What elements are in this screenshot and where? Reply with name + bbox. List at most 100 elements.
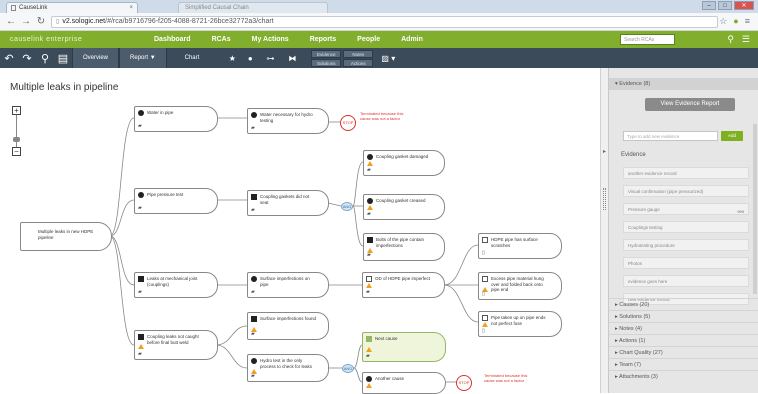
section-label: Team (7) [619,362,641,368]
cause-node[interactable]: Water in pipe ▰ [134,106,218,132]
terminate-note: Terminated because this cause was not a … [360,111,404,121]
link [353,344,363,369]
node-text: Bolts of the pipe contain imperfections [376,237,425,248]
view-evidence-report-button[interactable]: View Evidence Report [645,98,735,111]
node-text: Surface imperfections found [260,316,317,321]
root-problem-node[interactable]: Multiple leaks in new HDPE pipeline [20,222,112,251]
cause-node[interactable]: Bolts of the pipe contain imperfections … [363,233,445,261]
section-notes[interactable]: ▸ Notes (4) [609,322,758,334]
section-label: Chart Quality (27) [619,350,663,356]
cause-node[interactable]: Surface imperfections on pipe ▰ [247,272,329,298]
cause-type-icon [482,237,488,243]
terminate-note: Terminated because this cause was not a … [484,373,528,383]
terminate-icon[interactable]: STOP [340,115,356,131]
link [109,235,135,286]
minimize-icon[interactable]: – [702,1,716,10]
drag-handle[interactable] [603,188,606,210]
node-text: Coupling gasket creased [376,198,426,203]
section-label: Solutions (5) [619,314,651,320]
cause-type-icon [366,376,372,382]
user-icon[interactable]: ⚲ [727,34,734,45]
cause-node[interactable]: HDPE pipe has surface scratches ▯ [478,233,562,259]
cause-node[interactable]: Water necessary for hydro testing ▰ [247,108,329,134]
cause-node[interactable]: Surface imperfections found ▰ [247,312,329,340]
cause-node[interactable]: OD of HDPE pipe imperfect ▰ [362,272,445,298]
cause-node[interactable]: Coupling leaks not caught before final b… [134,330,218,360]
section-label: Actions (1) [619,338,646,344]
add-evidence-input[interactable]: Type to add new evidence [623,131,718,141]
warning-icon [367,205,373,210]
warning-icon [366,347,372,352]
cause-type-icon [367,198,373,204]
node-text: Coupling leaks not caught before final b… [147,334,199,345]
cause-node-selected[interactable]: Next cause ▰ [362,332,446,362]
cause-type-icon [367,154,373,160]
cause-type-icon [138,334,144,340]
node-text: Water in pipe [147,110,174,115]
section-attachments[interactable]: ▸ Attachments (3) [609,370,758,382]
cause-node[interactable]: Coupling gaskets did not seat ▰ [247,190,329,216]
link [109,235,135,346]
evidence-item[interactable]: another evidence record [623,167,749,179]
cause-node[interactable]: Coupling gasket creased ▰ [363,194,445,220]
cause-node[interactable]: Pipe taken up on pipe ends not perfect f… [478,311,562,337]
evidence-icon: ▯ [482,250,485,256]
cause-node[interactable]: Hydro test in the only process to check … [247,354,329,382]
cause-type-icon [138,276,144,282]
link [352,161,364,207]
side-panel: ▾ Evidence (8) View Evidence Report Type… [608,68,758,393]
section-solutions[interactable]: ▸ Solutions (5) [609,310,758,322]
node-text: Pipe taken up on pipe ends not perfect f… [491,315,546,326]
cause-node[interactable]: Another cause [362,372,446,394]
node-text: Hydro test in the only process to check … [260,358,313,369]
evidence-item[interactable]: Couplings testing [623,221,749,233]
evidence-item[interactable]: Hydrotesting procedure [623,239,749,251]
node-text: Excess pipe material hung over and folde… [491,276,544,292]
menu-icon[interactable]: ≡ [745,16,750,27]
warning-icon [366,283,372,288]
cause-type-icon [251,194,257,200]
link [215,344,248,369]
evidence-item[interactable]: Visual confirmation (pipe pressurized) [623,185,749,197]
close-window-icon[interactable]: ✕ [734,1,754,10]
evidence-icon: ▯ [482,328,485,334]
cause-type-icon [366,276,372,282]
panel-splitter[interactable]: ▸ [600,68,608,393]
section-label: Notes (4) [619,326,642,332]
evidence-item[interactable]: Photos [623,257,749,269]
and-gate-icon[interactable]: AND [341,202,353,211]
panel-sections: ▸ Causes (20) ▸ Solutions (5) ▸ Notes (4… [609,298,758,382]
star-icon[interactable]: ☆ [719,16,727,27]
section-actions[interactable]: ▸ Actions (1) [609,334,758,346]
collapse-arrow-icon[interactable]: ▸ [603,148,606,155]
link [215,325,248,346]
section-chart-quality[interactable]: ▸ Chart Quality (27) [609,346,758,358]
evidence-badge: 999 [737,209,744,214]
cause-node[interactable]: Pipe pressure test ▰ [134,188,218,214]
cause-type-icon [482,276,488,282]
evidence-icon: ▰ [138,205,142,211]
section-causes[interactable]: ▸ Causes (20) [609,298,758,310]
and-gate-icon[interactable]: AND [342,364,354,373]
search-rcas-input[interactable]: Search RCAs [620,34,675,45]
cause-node[interactable]: Leaks at mechanical joint (couplings) ▰ [134,272,218,298]
link [443,284,479,323]
cause-type-icon [251,358,257,364]
hamburger-icon[interactable]: ☰ [742,34,750,45]
node-text: Surface imperfections on pipe [260,276,310,287]
cause-node[interactable]: Coupling gasket damaged ▰ [363,150,445,176]
maximize-icon[interactable]: □ [718,1,732,10]
section-label: Causes (20) [619,302,650,308]
extension-icon[interactable]: ● [733,16,738,27]
warning-icon [482,322,488,327]
section-team[interactable]: ▸ Team (7) [609,358,758,370]
panel-scrollbar[interactable] [753,124,757,294]
evidence-item[interactable]: evidence goes here [623,275,749,287]
add-evidence-button[interactable]: Add [721,131,743,141]
terminate-icon[interactable]: STOP [456,375,472,391]
evidence-item[interactable]: Pressure gauge 999 [623,203,749,215]
evidence-icon: ▰ [251,289,255,295]
cause-type-icon [482,315,488,321]
evidence-section-header[interactable]: ▾ Evidence (8) [609,78,758,90]
cause-node[interactable]: Excess pipe material hung over and folde… [478,272,562,300]
